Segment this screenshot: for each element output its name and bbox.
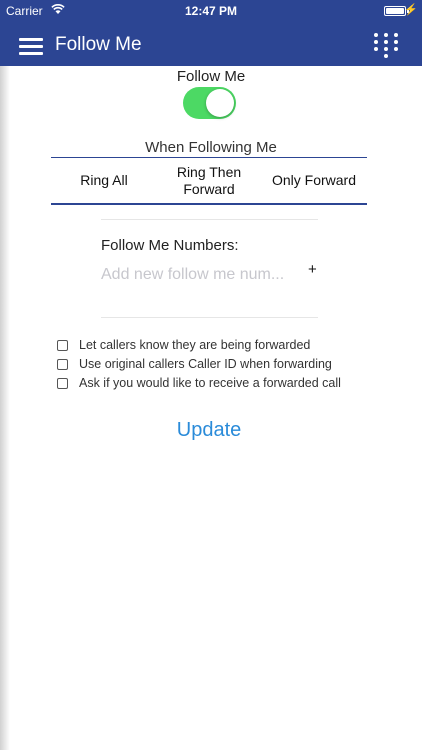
checkbox-label: Use original callers Caller ID when forw… bbox=[79, 357, 332, 371]
battery-icon bbox=[384, 6, 406, 16]
segment-bottom-divider bbox=[51, 203, 367, 205]
follow-me-number-input[interactable] bbox=[101, 264, 301, 286]
page-title: Follow Me bbox=[55, 34, 142, 55]
following-mode-segmented-control: Ring All Ring Then Forward Only Forward bbox=[51, 158, 367, 203]
checkbox[interactable] bbox=[57, 378, 68, 389]
drawer-edge-shadow bbox=[0, 66, 10, 750]
battery-fill bbox=[386, 8, 404, 14]
charging-icon: ⚡ bbox=[404, 4, 418, 16]
follow-me-toggle[interactable] bbox=[183, 87, 236, 119]
segment-only-forward[interactable]: Only Forward bbox=[261, 158, 367, 203]
toggle-knob bbox=[206, 89, 234, 117]
when-following-title: When Following Me bbox=[145, 139, 277, 156]
numbers-top-divider bbox=[101, 219, 318, 220]
checkbox[interactable] bbox=[57, 359, 68, 370]
segment-ring-all[interactable]: Ring All bbox=[51, 158, 157, 203]
segment-ring-then-forward-label: Ring Then Forward bbox=[176, 163, 242, 197]
status-bar: Carrier 12:47 PM ⚡ bbox=[0, 0, 422, 22]
add-number-button[interactable]: + bbox=[308, 261, 317, 278]
update-button[interactable]: Update bbox=[159, 416, 259, 444]
checkbox[interactable] bbox=[57, 340, 68, 351]
dialpad-icon[interactable] bbox=[374, 33, 398, 59]
checkbox-label: Ask if you would like to receive a forwa… bbox=[79, 376, 341, 390]
status-time: 12:47 PM bbox=[184, 4, 238, 18]
follow-me-numbers-label: Follow Me Numbers: bbox=[101, 237, 239, 254]
follow-me-label: Follow Me bbox=[176, 68, 246, 85]
nav-bar: Follow Me bbox=[0, 22, 422, 66]
checkbox-label: Let callers know they are being forwarde… bbox=[79, 338, 311, 352]
menu-icon[interactable] bbox=[19, 38, 43, 55]
numbers-bottom-divider bbox=[101, 317, 318, 318]
segment-ring-then-forward[interactable]: Ring Then Forward bbox=[157, 158, 261, 203]
